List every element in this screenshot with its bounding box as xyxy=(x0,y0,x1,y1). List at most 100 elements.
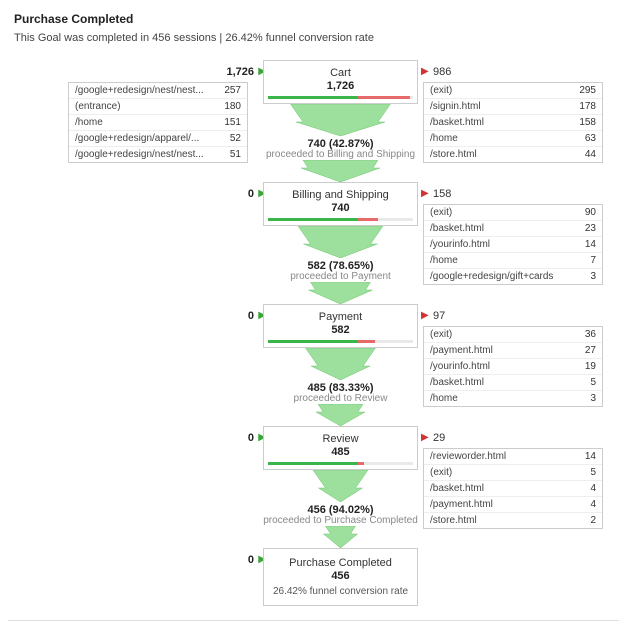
table-row: /revieworder.html14 xyxy=(424,449,602,465)
exit-arrow-icon: ▶ xyxy=(421,66,429,77)
row-count: 2 xyxy=(590,515,596,526)
row-count: 257 xyxy=(224,85,241,96)
table-row: (exit)90 xyxy=(424,205,602,221)
funnel-arrow-icon xyxy=(263,404,418,426)
row-path: /google+redesign/gift+cards xyxy=(430,271,553,282)
row-path: /payment.html xyxy=(430,345,493,356)
row-path: /yourinfo.html xyxy=(430,239,490,250)
row-path: /home xyxy=(430,393,458,404)
funnel-arrow-icon xyxy=(263,470,418,502)
row-count: 4 xyxy=(590,499,596,510)
funnel-arrow-icon xyxy=(263,282,418,304)
exit-count: 97 xyxy=(433,310,445,322)
row-count: 14 xyxy=(585,239,596,250)
row-count: 180 xyxy=(224,101,241,112)
table-row: /store.html44 xyxy=(424,147,602,162)
table-row: /basket.html23 xyxy=(424,221,602,237)
step-count: 740 xyxy=(268,202,413,214)
proceeded-label: proceeded to Billing and Shipping xyxy=(266,149,415,160)
step-count: 456 xyxy=(270,570,411,582)
funnel-arrow-icon xyxy=(263,526,418,548)
row-count: 90 xyxy=(585,207,596,218)
row-path: /store.html xyxy=(430,515,477,526)
step-progress-bar xyxy=(268,218,413,221)
table-row: /payment.html 4 xyxy=(424,497,602,513)
row-count: 5 xyxy=(590,467,596,478)
row-path: /basket.html xyxy=(430,223,484,234)
row-path: /yourinfo.html xyxy=(430,361,490,372)
table-row: (exit) 36 xyxy=(424,327,602,343)
row-count: 19 xyxy=(585,361,596,372)
row-path: /home xyxy=(75,117,103,128)
right-exit-table: (exit)36/payment.html27/yourinfo.html19/… xyxy=(423,326,603,407)
divider xyxy=(8,620,619,621)
funnel-arrow-icon xyxy=(263,160,418,182)
table-row: /home63 xyxy=(424,131,602,147)
step-progress-bar xyxy=(268,340,413,343)
exit-arrow-icon: ▶ xyxy=(421,432,429,443)
row-count: 151 xyxy=(224,117,241,128)
row-count: 5 xyxy=(590,377,596,388)
row-count: 51 xyxy=(230,149,241,160)
row-count: 63 xyxy=(585,133,596,144)
table-row: /google+redesign/nest/nest...51 xyxy=(69,147,247,162)
row-count: 27 xyxy=(585,345,596,356)
funnel-stage: 0▶Review485456 (94.02%)proceeded to Purc… xyxy=(8,426,618,548)
row-path: (exit) xyxy=(430,467,452,478)
step-name: Purchase Completed xyxy=(270,557,411,569)
table-row: /payment.html 27 xyxy=(424,343,602,359)
step-count: 1,726 xyxy=(268,80,413,92)
table-row: (entrance) 180 xyxy=(69,99,247,115)
step-name: Cart xyxy=(268,67,413,79)
exit-count: 158 xyxy=(433,188,451,200)
row-count: 178 xyxy=(579,101,596,112)
entry-count: 0 xyxy=(248,554,254,566)
row-count: 36 xyxy=(585,329,596,340)
table-row: (exit) 5 xyxy=(424,465,602,481)
exit-arrow-icon: ▶ xyxy=(421,188,429,199)
row-path: (exit) xyxy=(430,329,452,340)
transition-block: 740 (42.87%)proceeded to Billing and Shi… xyxy=(266,138,415,160)
exit-count: 986 xyxy=(433,66,451,78)
row-path: /google+redesign/apparel/... xyxy=(75,133,199,144)
row-path: /basket.html xyxy=(430,377,484,388)
row-path: /payment.html xyxy=(430,499,493,510)
row-count: 44 xyxy=(585,149,596,160)
page-subtitle: This Goal was completed in 456 sessions … xyxy=(14,32,619,44)
step-count: 582 xyxy=(268,324,413,336)
left-exit-table: /google+redesign/nest/nest...257(entranc… xyxy=(68,82,248,163)
table-row: /home3 xyxy=(424,391,602,406)
row-count: 158 xyxy=(579,117,596,128)
step-box: Payment582 xyxy=(263,304,418,348)
entry-count: 1,726 xyxy=(226,66,254,78)
table-row: /signin.html178 xyxy=(424,99,602,115)
funnel-stage: 1,726 ▶ /google+redesign/nest/nest...257(e… xyxy=(8,60,618,182)
right-exit-table: (exit)295/signin.html178/basket.html158/… xyxy=(423,82,603,163)
step-box: Cart1,726 xyxy=(263,60,418,104)
step-progress-bar xyxy=(268,462,413,465)
funnel-final-stage: 0▶Purchase Completed45626.42% funnel con… xyxy=(8,548,618,606)
step-name: Billing and Shipping xyxy=(268,189,413,201)
entry-count: 0 xyxy=(248,310,254,322)
table-row: /store.html 2 xyxy=(424,513,602,528)
step-progress-bar xyxy=(268,96,413,99)
row-count: 3 xyxy=(590,271,596,282)
row-path: (entrance) xyxy=(75,101,121,112)
row-path: /basket.html xyxy=(430,483,484,494)
table-row: /basket.html4 xyxy=(424,481,602,497)
step-box: Review485 xyxy=(263,426,418,470)
table-row: /yourinfo.html 14 xyxy=(424,237,602,253)
table-row: /basket.html158 xyxy=(424,115,602,131)
exit-arrow-icon: ▶ xyxy=(421,310,429,321)
transition-block: 456 (94.02%)proceeded to Purchase Comple… xyxy=(263,504,418,526)
funnel-arrow-icon xyxy=(263,104,418,136)
table-row: /yourinfo.html 19 xyxy=(424,359,602,375)
funnel-arrow-icon xyxy=(263,348,418,380)
funnel-stage: 0▶Payment582485 (83.33%)proceeded to Rev… xyxy=(8,304,618,426)
table-row: /home7 xyxy=(424,253,602,269)
row-count: 14 xyxy=(585,451,596,462)
entry-count: 0 xyxy=(248,188,254,200)
row-count: 295 xyxy=(579,85,596,96)
conversion-rate: 26.42% funnel conversion rate xyxy=(270,586,411,597)
funnel-arrow-icon xyxy=(263,226,418,258)
